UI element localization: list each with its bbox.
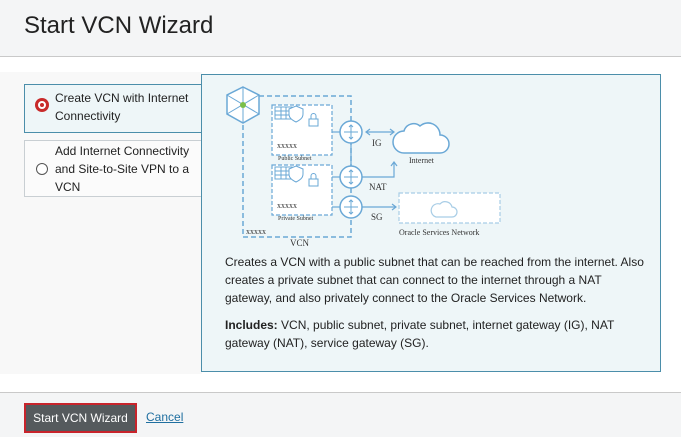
vcn-cidr: xxxxx [246,227,266,236]
oracle-services-label: Oracle Services Network [399,228,479,237]
start-vcn-wizard-button[interactable]: Start VCN Wizard [24,403,137,433]
vcn-hexagon-icon [226,86,260,124]
private-subnet-label: Private Subnet [278,216,313,222]
wizard-footer: Start VCN Wizard Cancel [0,392,681,437]
public-subnet-cidr: xxxxx [277,141,297,150]
public-subnet-label: Public Subnet [278,156,312,162]
includes-label: Includes: [225,318,278,332]
ig-label: IG [372,138,382,148]
internet-label: Internet [409,156,435,165]
cancel-link[interactable]: Cancel [146,410,183,424]
internet-gateway-icon [339,120,363,144]
option-description: Creates a VCN with a public subnet that … [225,255,644,305]
option-includes: Includes: VCN, public subnet, private su… [225,316,645,352]
service-gateway-icon [339,195,363,219]
internet-cloud-icon [392,122,450,154]
page-title: Start VCN Wizard [24,12,214,39]
nat-label: NAT [369,182,387,192]
wizard-header: Start VCN Wizard [0,0,681,57]
private-subnet-cidr: xxxxx [277,201,297,210]
nat-gateway-icon [339,165,363,189]
sg-label: SG [371,212,383,222]
includes-text: VCN, public subnet, private subnet, inte… [225,318,615,350]
wizard-body: Create VCN with Internet Connectivity Ad… [0,57,681,392]
vcn-label: VCN [290,238,310,248]
